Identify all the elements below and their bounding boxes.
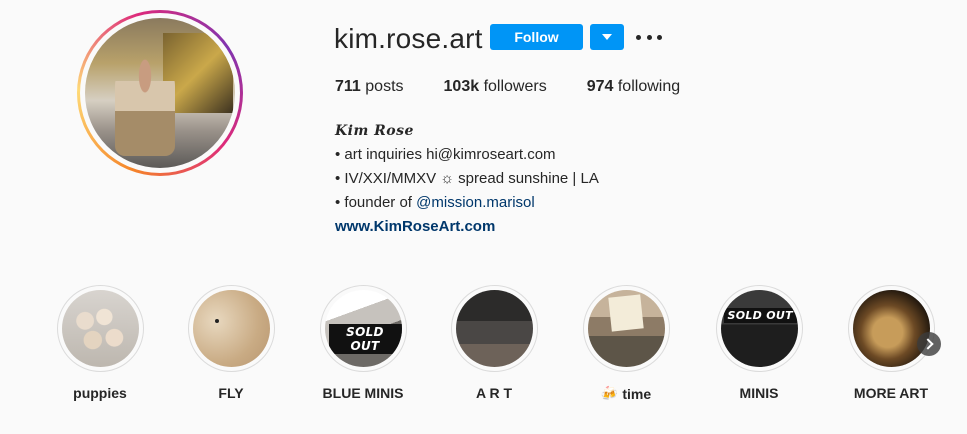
chevron-right-icon[interactable] bbox=[917, 332, 941, 356]
highlight-puppies[interactable]: puppies bbox=[50, 285, 150, 401]
profile-username: kim.rose.art bbox=[334, 23, 483, 54]
highlight-cover bbox=[587, 290, 665, 367]
follow-button[interactable]: Follow bbox=[490, 24, 583, 50]
highlight-art[interactable]: A R T bbox=[444, 285, 544, 401]
highlight-fly[interactable]: FLY bbox=[181, 285, 281, 401]
highlight-minis[interactable]: SOLD OUT MINIS bbox=[709, 285, 809, 401]
bio-line-date: • IV/XXI/MMXV ☼ spread sunshine | LA bbox=[335, 170, 599, 187]
highlight-cover: SOLD OUT bbox=[324, 290, 402, 367]
avatar-image bbox=[85, 18, 235, 168]
highlight-time[interactable]: 🍻 time bbox=[576, 285, 676, 402]
highlight-cover bbox=[455, 290, 533, 367]
chevron-down-icon bbox=[602, 34, 612, 40]
profile-page: kim.rose.art Follow 711 posts 103k follo… bbox=[0, 0, 967, 434]
bio-line-inquiries: • art inquiries hi@kimroseart.com bbox=[335, 146, 556, 163]
mention-link[interactable]: @mission.marisol bbox=[416, 194, 535, 211]
profile-stats: 711 posts 103k followers 974 following bbox=[335, 78, 720, 96]
highlight-cover bbox=[852, 290, 930, 367]
sold-out-tag: SOLD OUT bbox=[723, 308, 797, 323]
highlight-cover bbox=[61, 290, 139, 367]
more-horizontal-icon bbox=[636, 34, 641, 40]
highlight-blue-minis[interactable]: SOLD OUT BLUE MINIS bbox=[313, 285, 413, 401]
highlight-cover bbox=[192, 290, 270, 367]
sold-out-tag: SOLD OUT bbox=[328, 324, 402, 354]
highlight-cover: SOLD OUT bbox=[720, 290, 798, 367]
bio-line-founder: • founder of @mission.marisol bbox=[335, 194, 535, 211]
profile-avatar[interactable] bbox=[77, 10, 243, 176]
following-stat[interactable]: 974 following bbox=[587, 78, 680, 96]
beer-icon: 🍻 bbox=[600, 385, 619, 401]
posts-stat: 711 posts bbox=[335, 78, 404, 95]
story-highlights: puppies FLY SOLD OUT BLUE MINIS A R T 🍻 … bbox=[0, 285, 967, 405]
website-link[interactable]: www.KimRoseArt.com bbox=[335, 215, 599, 239]
more-options-button[interactable] bbox=[636, 27, 662, 47]
profile-bio: Kim Rose • art inquiries hi@kimroseart.c… bbox=[335, 119, 599, 239]
followers-stat[interactable]: 103k followers bbox=[444, 78, 547, 96]
profile-full-name: Kim Rose bbox=[335, 123, 414, 139]
suggested-dropdown-button[interactable] bbox=[590, 24, 624, 50]
